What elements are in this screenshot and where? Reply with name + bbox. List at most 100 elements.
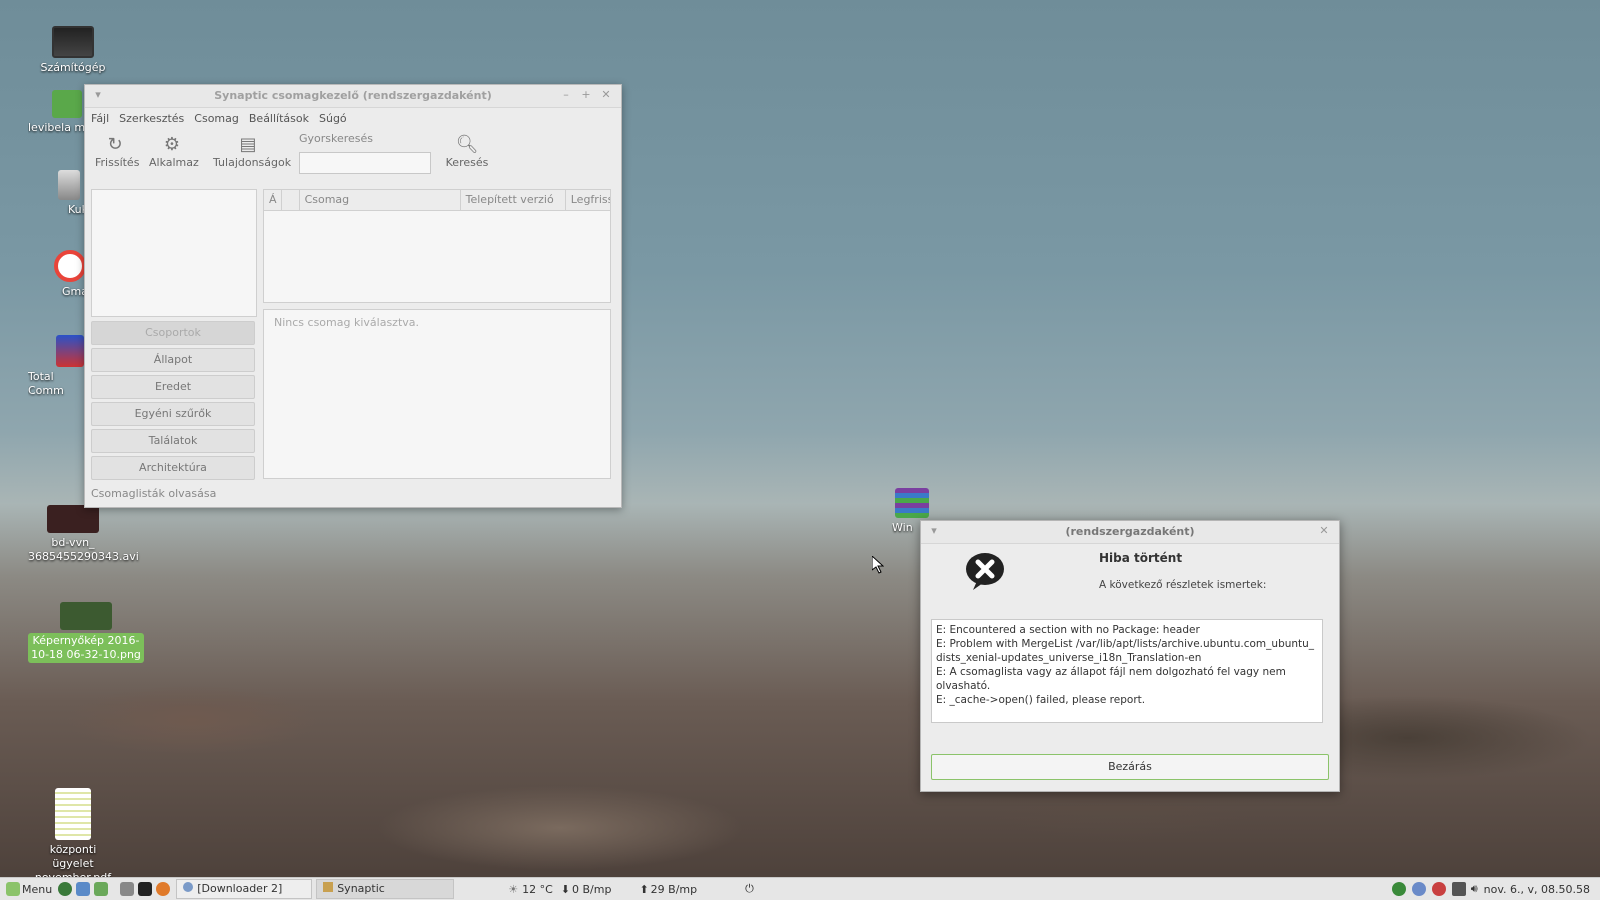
maximize-icon[interactable]: +: [579, 88, 593, 102]
video-thumbnail-icon: [47, 505, 99, 533]
custom-filters-button[interactable]: Egyéni szűrők: [91, 402, 255, 426]
mouse-cursor-icon: [872, 556, 884, 574]
column-package[interactable]: Csomag: [300, 190, 461, 210]
properties-button[interactable]: ▤ Tulajdonságok: [213, 134, 292, 169]
floppy-icon: [56, 335, 84, 367]
dialog-title: (rendszergazdaként): [1065, 525, 1195, 538]
weather-applet[interactable]: ☀ 12 °C: [504, 878, 557, 900]
desktop-icon-label: levibela m: [28, 121, 86, 134]
architecture-button[interactable]: Architektúra: [91, 456, 255, 480]
quick-search-input[interactable]: [299, 152, 431, 174]
minimize-icon[interactable]: –: [559, 88, 573, 102]
synaptic-window: ▾ Synaptic csomagkezelő (rendszergazdaké…: [84, 84, 622, 508]
task-label: [Downloader 2]: [197, 882, 283, 895]
terminal-launcher-icon[interactable]: [138, 882, 153, 896]
search-results-button[interactable]: Találatok: [91, 429, 255, 453]
power-button[interactable]: ⏻: [741, 878, 758, 900]
desktop-icon-trash[interactable]: Kuk: [28, 170, 88, 217]
close-button[interactable]: Bezárás: [931, 754, 1329, 780]
close-icon[interactable]: ✕: [599, 88, 613, 102]
refresh-label: Frissítés: [95, 156, 140, 169]
error-dialog: ▾ (rendszergazdaként) ✕ Hiba történt A k…: [920, 520, 1340, 792]
upload-speed-text: 29 B/mp: [650, 882, 698, 896]
menu-button[interactable]: Menu: [0, 878, 56, 900]
menu-settings[interactable]: Beállítások: [249, 112, 309, 125]
google-icon: [54, 250, 86, 282]
update-tray-icon[interactable]: [1411, 882, 1426, 896]
desktop-icon-screenshot-file[interactable]: Képernyőkép 2016-10-18 06-32-10.png: [28, 602, 144, 663]
column-status[interactable]: Á: [264, 190, 282, 210]
sun-icon: ☀: [508, 882, 519, 896]
desktop-icon-pdf-file[interactable]: központi ügyelet november.pdf: [28, 788, 118, 885]
package-table-header: Á Csomag Telepített verzió Legfriss: [264, 190, 610, 211]
error-icon: [966, 553, 1004, 590]
menu-label: Menu: [22, 882, 53, 896]
filter-list[interactable]: [91, 189, 257, 317]
menu-package[interactable]: Csomag: [194, 112, 239, 125]
desktop-icon-computer[interactable]: Számítógép: [28, 20, 118, 75]
column-installed-version[interactable]: Telepített verzió: [461, 190, 566, 210]
firefox-launcher-icon[interactable]: [156, 882, 171, 896]
weather-text: 12 °C: [522, 882, 553, 896]
error-line: E: Encountered a section with no Package…: [936, 624, 1200, 636]
search-button[interactable]: 🔍︎ Keresés: [445, 134, 489, 169]
browser-launcher-icon[interactable]: [58, 882, 73, 896]
desktop-icon-home[interactable]: levibela m: [28, 90, 88, 135]
desktop-icon-label: Total Comm: [28, 370, 64, 397]
menu-edit[interactable]: Szerkesztés: [119, 112, 184, 125]
power-icon: ⏻: [745, 882, 754, 895]
tools-tray-icon[interactable]: [1451, 882, 1466, 896]
volume-icon[interactable]: 🔊︎: [1469, 878, 1480, 900]
desktop-icon-label: Gma: [62, 285, 88, 298]
synaptic-titlebar[interactable]: ▾ Synaptic csomagkezelő (rendszergazdaké…: [85, 85, 621, 108]
shield-tray-icon[interactable]: [1431, 882, 1446, 896]
package-table[interactable]: Á Csomag Telepített verzió Legfriss: [263, 189, 611, 303]
winrar-icon: [895, 488, 929, 518]
desktop-icon-label: Kuk: [67, 203, 88, 216]
search-icon: 🔍︎: [455, 134, 479, 155]
task-synaptic[interactable]: Synaptic csomagkezel...: [316, 879, 455, 899]
error-line: E: Problem with MergeList /var/lib/apt/l…: [936, 638, 1315, 664]
column-support[interactable]: [282, 190, 300, 210]
column-latest-version[interactable]: Legfriss: [566, 190, 610, 210]
refresh-icon: ↻: [107, 134, 123, 155]
status-text: Csomaglisták olvasása: [91, 487, 217, 500]
pdf-document-icon: [55, 788, 91, 840]
desktop-icon-total-commander[interactable]: Total Comm: [28, 335, 88, 398]
groups-button[interactable]: Csoportok: [91, 321, 255, 345]
toolbar: ↻ Frissítés ⚙ Alkalmaz ▤ Tulajdonságok G…: [85, 128, 621, 192]
quick-search-label: Gyorskeresés: [299, 132, 374, 145]
apply-button[interactable]: ⚙ Alkalmaz: [149, 134, 199, 169]
dialog-titlebar[interactable]: ▾ (rendszergazdaként) ✕: [921, 521, 1339, 544]
download-arrow-icon: ⬇: [560, 882, 570, 896]
synaptic-task-icon: [323, 882, 334, 892]
status-button[interactable]: Állapot: [91, 348, 255, 372]
close-icon[interactable]: ✕: [1317, 524, 1331, 538]
dialog-heading: Hiba történt: [1099, 551, 1183, 565]
desktop-icon-gmail[interactable]: Gma: [28, 250, 88, 299]
desktop-icon-label: bd-vvn_ 3685455290343.avi: [28, 536, 139, 563]
upload-speed: ⬆ 29 B/mp: [635, 878, 701, 900]
error-line: E: A csomaglista vagy az állapot fájl ne…: [936, 666, 1286, 692]
refresh-button[interactable]: ↻ Frissítés: [95, 134, 140, 169]
apply-label: Alkalmaz: [149, 156, 199, 169]
spreadsheet-launcher-icon[interactable]: [94, 882, 109, 896]
menu-file[interactable]: Fájl: [91, 112, 109, 125]
menu-help[interactable]: Súgó: [319, 112, 347, 125]
error-line: E: _cache->open() failed, please report.: [936, 694, 1146, 706]
error-details[interactable]: E: Encountered a section with no Package…: [931, 619, 1323, 723]
package-description: Nincs csomag kiválasztva.: [263, 309, 611, 479]
file-manager-launcher-icon[interactable]: [76, 882, 91, 896]
network-tray-icon[interactable]: [1391, 882, 1406, 896]
task-downloader[interactable]: [Downloader 2]: [176, 879, 313, 899]
task-label: Synaptic csomagkezel...: [337, 882, 385, 895]
origin-button[interactable]: Eredet: [91, 375, 255, 399]
desktop-icon-label: Számítógép: [40, 61, 106, 74]
show-desktop-icon[interactable]: [120, 882, 135, 896]
window-title: Synaptic csomagkezelő (rendszergazdaként…: [214, 89, 492, 102]
desktop-icon-video-file[interactable]: bd-vvn_ 3685455290343.avi: [28, 505, 139, 564]
dialog-subheading: A következő részletek ismertek:: [1099, 579, 1267, 591]
properties-label: Tulajdonságok: [213, 156, 292, 169]
clock[interactable]: nov. 6., v, 08.50.58: [1480, 878, 1600, 900]
menubar: Fájl Szerkesztés Csomag Beállítások Súgó: [85, 108, 621, 128]
